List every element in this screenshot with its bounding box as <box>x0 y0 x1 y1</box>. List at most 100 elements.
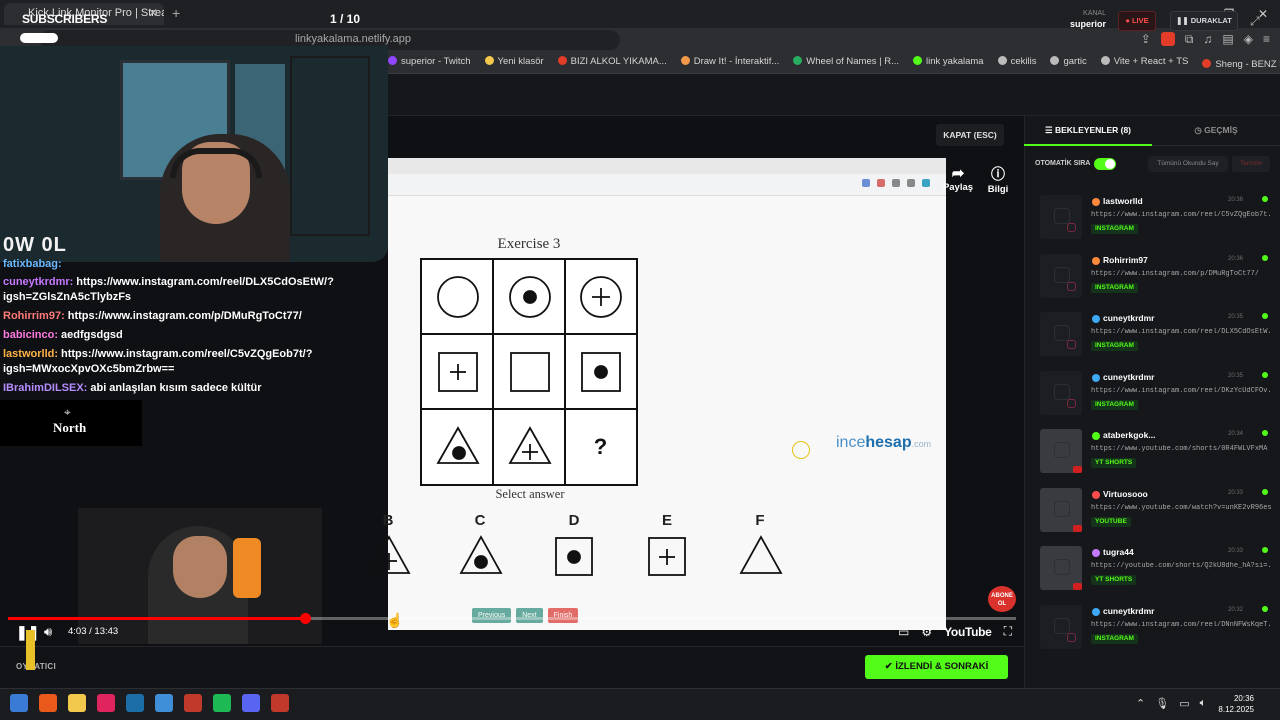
popout-icon[interactable]: ⤢ <box>1250 14 1260 29</box>
fullscreen-icon[interactable]: ⛶ <box>1004 624 1012 639</box>
bookmark-item[interactable]: Sheng - BENZ 奔驰... <box>1202 56 1280 70</box>
youtube-logo[interactable]: YouTube <box>944 625 992 639</box>
queue-item[interactable]: Virtuosooo 20:33 https://www.youtube.com/w… <box>1032 485 1274 539</box>
bookmark-favicon-icon <box>388 56 397 65</box>
bookmark-item[interactable]: BIZI ALKOL YIKAMA... <box>557 56 667 70</box>
pause-button[interactable]: ❚❚ DURAKLAT <box>1170 11 1238 31</box>
thumbnail-placeholder-icon <box>1054 617 1070 634</box>
queue-item[interactable]: ataberkgok... 20:34 https://www.youtube.co… <box>1032 426 1274 480</box>
queue-username: ataberkgok... <box>1103 430 1156 440</box>
sidebar-icon[interactable]: ▤ <box>1222 32 1233 47</box>
user-avatar <box>1092 607 1100 616</box>
online-indicator <box>1262 488 1268 495</box>
queue-item[interactable]: cuneytkrdmr 20:35 https://www.instagram.co… <box>1032 309 1274 363</box>
option-f-triangle[interactable] <box>738 532 784 576</box>
brave-shield-icon[interactable] <box>1160 32 1175 46</box>
microphone-icon[interactable]: 🎙︎ <box>1155 697 1169 710</box>
mark-all-read-button[interactable]: Tümünü Okundu Say <box>1148 156 1228 172</box>
bookmark-item[interactable]: Wheel of Names | R... <box>793 56 899 70</box>
bookmark-item[interactable]: Vite + React + TS <box>1100 56 1188 70</box>
bookmark-item[interactable]: Yeni klasör <box>484 56 544 70</box>
new-tab-icon[interactable]: + <box>172 5 180 21</box>
taskbar-app-icon[interactable] <box>242 694 260 712</box>
platform-badge: INSTAGRAM <box>1091 399 1138 410</box>
option-c-triangle-dot[interactable] <box>458 532 504 576</box>
bookmark-favicon-icon <box>557 56 567 65</box>
watched-next-label: İZLENDİ & SONRAKİ <box>895 661 989 672</box>
crosshair-icon: ⌖ <box>64 405 71 419</box>
clock-time: 20:36 <box>1233 694 1254 703</box>
chat-username: IBrahimDILSEX: <box>3 382 88 394</box>
option-c-label[interactable]: C <box>460 512 500 529</box>
auto-order-label: OTOMATİK SIRA <box>1035 160 1091 167</box>
chevron-up-icon[interactable]: ⌃ <box>1136 697 1145 710</box>
share-button[interactable]: ➦ Paylaş <box>942 164 974 193</box>
taskbar-app-icon[interactable] <box>97 694 115 712</box>
wallet-icon[interactable]: ◈ <box>1244 32 1253 47</box>
thumbnail-placeholder-icon <box>1054 500 1070 517</box>
seek-handle[interactable] <box>300 613 311 624</box>
speaker-icon[interactable]: 🔈︎ <box>1200 697 1207 710</box>
option-d-square-dot[interactable] <box>552 532 598 580</box>
quiz-previous-button[interactable]: Previous <box>472 608 512 623</box>
tab-close-icon[interactable]: ✕ <box>148 6 158 20</box>
menu-icon[interactable]: ≡ <box>1263 32 1270 47</box>
extensions-icon[interactable]: ⧉ <box>1185 32 1194 47</box>
tab-history[interactable]: ◷ GEÇMİŞ <box>1152 116 1280 146</box>
chat-text: abi anlaşılan kısım sadece kültür <box>90 382 262 394</box>
bookmark-item[interactable]: superior - Twitch <box>388 56 471 70</box>
bookmark-item[interactable]: gartic <box>1050 56 1087 70</box>
volume-icon[interactable]: 🔊︎ <box>44 624 52 640</box>
network-icon[interactable]: ▭ <box>1179 697 1189 710</box>
bookmark-label: cekilis <box>1010 56 1037 67</box>
option-e-square-plus[interactable] <box>645 532 691 580</box>
sponsor-logo: North <box>53 420 87 435</box>
watched-next-button[interactable]: ✔ İZLENDİ & SONRAKİ <box>865 655 1008 679</box>
queue-item[interactable]: tugra44 20:33 https://youtube.com/shorts/Q… <box>1032 543 1274 597</box>
option-b-triangle-plus[interactable] <box>366 532 412 576</box>
option-b-label[interactable]: B <box>368 512 408 529</box>
info-button[interactable]: ⓘ Bilgi <box>984 164 1012 195</box>
clear-button[interactable]: Temizle <box>1232 156 1270 172</box>
queue-username: Virtuosooo <box>1103 488 1148 499</box>
live-button[interactable]: ● LIVE <box>1118 11 1156 31</box>
queue-item[interactable]: cuneytkrdmr 20:35 https://www.instagram.co… <box>1032 368 1274 422</box>
bookmark-favicon-icon <box>484 56 494 65</box>
platform-badge: INSTAGRAM <box>1091 282 1138 293</box>
quiz-next-button[interactable]: Next <box>516 608 543 623</box>
queue-item[interactable]: lastworlld 20:36 https://www.instagram.com… <box>1032 192 1274 246</box>
quiz-finish-button[interactable]: Finish <box>547 608 579 623</box>
platform-badge: INSTAGRAM <box>1091 224 1138 234</box>
settings-gear-icon[interactable]: ⚙ <box>921 625 932 639</box>
taskbar-app-icon[interactable] <box>126 694 144 712</box>
taskbar-app-icon[interactable] <box>213 694 231 712</box>
captions-icon[interactable]: ▭ <box>898 625 909 639</box>
close-player-button[interactable]: KAPAT (ESC) <box>936 124 1004 146</box>
taskbar-app-icon[interactable] <box>184 694 202 712</box>
mouse-cursor-icon: ☝ <box>386 612 404 628</box>
chat-text: https://www.instagram.com/reel/DLX5CdOsE… <box>76 276 334 288</box>
option-f-label[interactable]: F <box>740 512 780 529</box>
queue-item[interactable]: Rohirrim97 20:36 https://www.instagram.com… <box>1032 251 1274 305</box>
share-icon[interactable]: ⇪ <box>1141 32 1151 47</box>
system-tray: ⌃ 🎙︎ ▭ 🔈︎ <box>1136 697 1206 710</box>
bookmark-label: Wheel of Names | R... <box>806 56 900 67</box>
taskbar-app-icon[interactable] <box>10 694 28 712</box>
taskbar-app-icon[interactable] <box>155 694 173 712</box>
tab-waiting[interactable]: ☰ BEKLEYENLER (8) <box>1024 116 1152 146</box>
queue-item[interactable]: cuneytkrdmr 20:32 https://www.instagram.co… <box>1032 602 1274 656</box>
chat-username: lastworlld: <box>3 348 59 360</box>
clock[interactable]: 20:36 8.12.2025 <box>1214 693 1254 715</box>
taskbar-app-icon[interactable] <box>68 694 86 712</box>
playlist-icon[interactable]: ♫ <box>1203 32 1212 47</box>
option-e-label[interactable]: E <box>647 512 687 529</box>
share-label: Paylaş <box>942 182 974 193</box>
taskbar-app-icon[interactable] <box>271 694 289 712</box>
option-d-label[interactable]: D <box>554 512 594 529</box>
chat-text: igsh=ZGlsZnA5cTlybzFs <box>3 291 132 303</box>
bookmark-item[interactable]: link yakalama <box>913 56 984 70</box>
bookmark-item[interactable]: Draw It! - İnteraktif... <box>680 56 779 70</box>
bookmark-item[interactable]: cekilis <box>997 56 1037 70</box>
user-avatar <box>1092 373 1100 382</box>
taskbar-app-icon[interactable] <box>39 694 57 712</box>
